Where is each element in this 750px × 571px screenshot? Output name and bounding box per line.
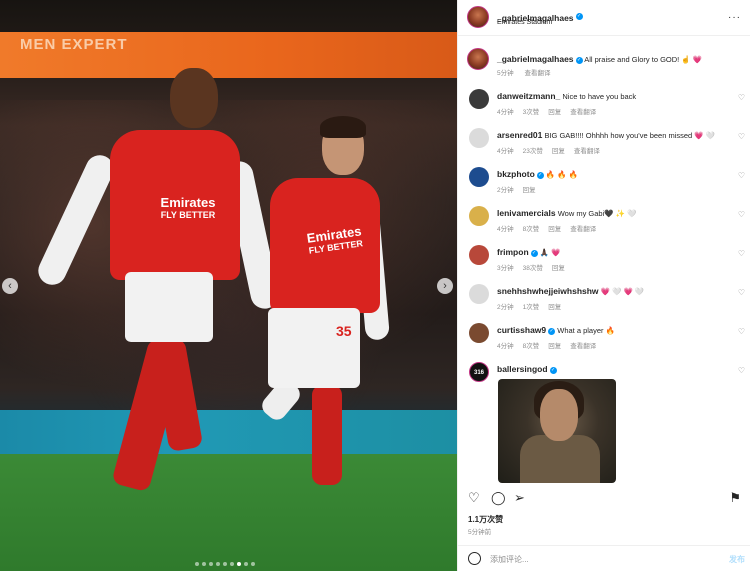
comment-time: 3分钟 [497,265,514,272]
post-button[interactable]: 发布 [729,554,745,565]
pitch [0,454,457,571]
caption-avatar[interactable] [467,48,489,70]
comment-icon[interactable]: ◯ [491,490,506,506]
comment-username[interactable]: curtisshaw9 [497,325,546,335]
comment-likes[interactable]: 8次赞 [523,343,540,350]
caption-username[interactable]: _gabrielmagalhaes [497,54,574,64]
comment-text: Nice to have you back [562,92,637,101]
post-photo[interactable]: MEN EXPERT Emirates FLY BETTER Emirates [0,0,457,571]
add-comment-input[interactable]: 添加评论... [490,554,529,565]
like-heart-icon[interactable]: ♡ [738,132,745,141]
comment-likes[interactable]: 38次赞 [523,265,543,272]
verified-icon: ✓ [530,249,538,257]
translate-button[interactable]: 查看翻译 [574,148,600,155]
translate-button[interactable]: 查看翻译 [570,226,596,233]
shirt-number: 35 [336,323,352,339]
like-heart-icon[interactable]: ♡ [738,249,745,258]
comment-time: 4分钟 [497,226,514,233]
reply-button[interactable]: 回复 [548,343,561,350]
comment-text: 🔥 🔥 🔥 [545,170,579,179]
like-heart-icon[interactable]: ♡ [738,171,745,180]
comment-avatar[interactable] [469,167,489,187]
translate-button[interactable]: 查看翻译 [570,109,596,116]
comment-gif[interactable] [498,379,616,483]
advertising-board [0,410,457,454]
comment-likes[interactable]: 8次赞 [523,226,540,233]
comment-text: 🙏🏿 💗 [539,248,561,257]
post-panel: _gabrielmagalhaes ✓ Emirates Stadium ··· … [457,0,750,571]
comment-likes[interactable]: 3次赞 [523,109,540,116]
comment-username[interactable]: arsenred01 [497,130,542,140]
bookmark-icon[interactable]: ⚑ [729,490,741,506]
comment-avatar[interactable] [469,245,489,265]
verified-icon: ✓ [548,327,556,335]
post-header: _gabrielmagalhaes ✓ Emirates Stadium ··· [458,0,750,36]
verified-icon: ✓ [575,56,583,64]
location[interactable]: Emirates Stadium [497,19,552,26]
comment-time: 4分钟 [497,148,514,155]
comment-text: BIG GAB!!!! Ohhhh how you've been missed… [544,131,716,140]
comment-avatar[interactable] [469,284,489,304]
comment-username[interactable]: ballersingod [497,364,548,374]
shirt-sponsor: Emirates [160,195,216,210]
reply-button[interactable]: 回复 [552,148,565,155]
prev-photo-button[interactable]: ‹ [2,278,18,294]
like-heart-icon[interactable]: ♡ [738,327,745,336]
share-icon[interactable]: ➢ [514,490,525,506]
comment-time: 2分钟 [497,187,514,194]
verified-icon: ✓ [536,171,544,179]
caption-time: 5分钟 [497,70,514,77]
comment-avatar[interactable]: 316 [469,362,489,382]
comment-time: 4分钟 [497,343,514,350]
caption-text: All praise and Glory to GOD! ☝️ 💗 [584,55,703,64]
like-heart-icon[interactable]: ♡ [738,366,745,375]
reply-button[interactable]: 回复 [523,187,536,194]
more-options-icon[interactable]: ··· [728,12,741,23]
action-bar: ♡ ◯ ➢ ⚑ [458,486,750,510]
reply-button[interactable]: 回复 [548,109,561,116]
translate-button[interactable]: 查看翻译 [570,343,596,350]
post-time: 5分钟前 [468,529,492,536]
comment-avatar[interactable] [469,89,489,109]
comment-text: Wow my Gabi🖤 ✨ 🤍 [557,209,637,218]
likes-count[interactable]: 1.1万次赞 [468,514,503,525]
reply-button[interactable]: 回复 [548,304,561,311]
reply-button[interactable]: 回复 [552,265,565,272]
comment-username[interactable]: danweitzmann_ [497,91,560,101]
comment-username[interactable]: snehhshwhejjeiwhshshw [497,286,599,296]
comment-avatar[interactable] [469,323,489,343]
like-heart-icon[interactable]: ♡ [738,210,745,219]
carousel-dots [195,562,255,566]
shirt-sponsor-sub: FLY BETTER [160,210,216,220]
comment-username[interactable]: lenivamercials [497,208,556,218]
comment-avatar[interactable] [469,206,489,226]
add-comment-bar: 添加评论... 发布 [458,545,750,571]
verified-icon: ✓ [549,366,557,374]
like-heart-icon[interactable]: ♡ [738,288,745,297]
comment-time: 2分钟 [497,304,514,311]
next-photo-button[interactable]: › [437,278,453,294]
banner-text: MEN EXPERT [20,36,128,53]
comment-text: 💗 🤍 💗 🤍 [600,287,645,296]
comment-likes[interactable]: 1次赞 [523,304,540,311]
verified-icon: ✓ [575,13,583,21]
comment-likes[interactable]: 23次赞 [523,148,543,155]
comment-time: 4分钟 [497,109,514,116]
emoji-icon[interactable] [468,552,481,565]
author-avatar[interactable] [467,6,489,28]
comment-text: What a player 🔥 [557,326,615,335]
like-heart-icon[interactable]: ♡ [468,490,480,506]
like-heart-icon[interactable]: ♡ [738,93,745,102]
comment-username[interactable]: bkzphoto [497,169,535,179]
comment-avatar[interactable] [469,128,489,148]
caption-translate[interactable]: 查看翻译 [524,70,550,77]
reply-button[interactable]: 回复 [548,226,561,233]
comment-username[interactable]: frimpon [497,247,529,257]
